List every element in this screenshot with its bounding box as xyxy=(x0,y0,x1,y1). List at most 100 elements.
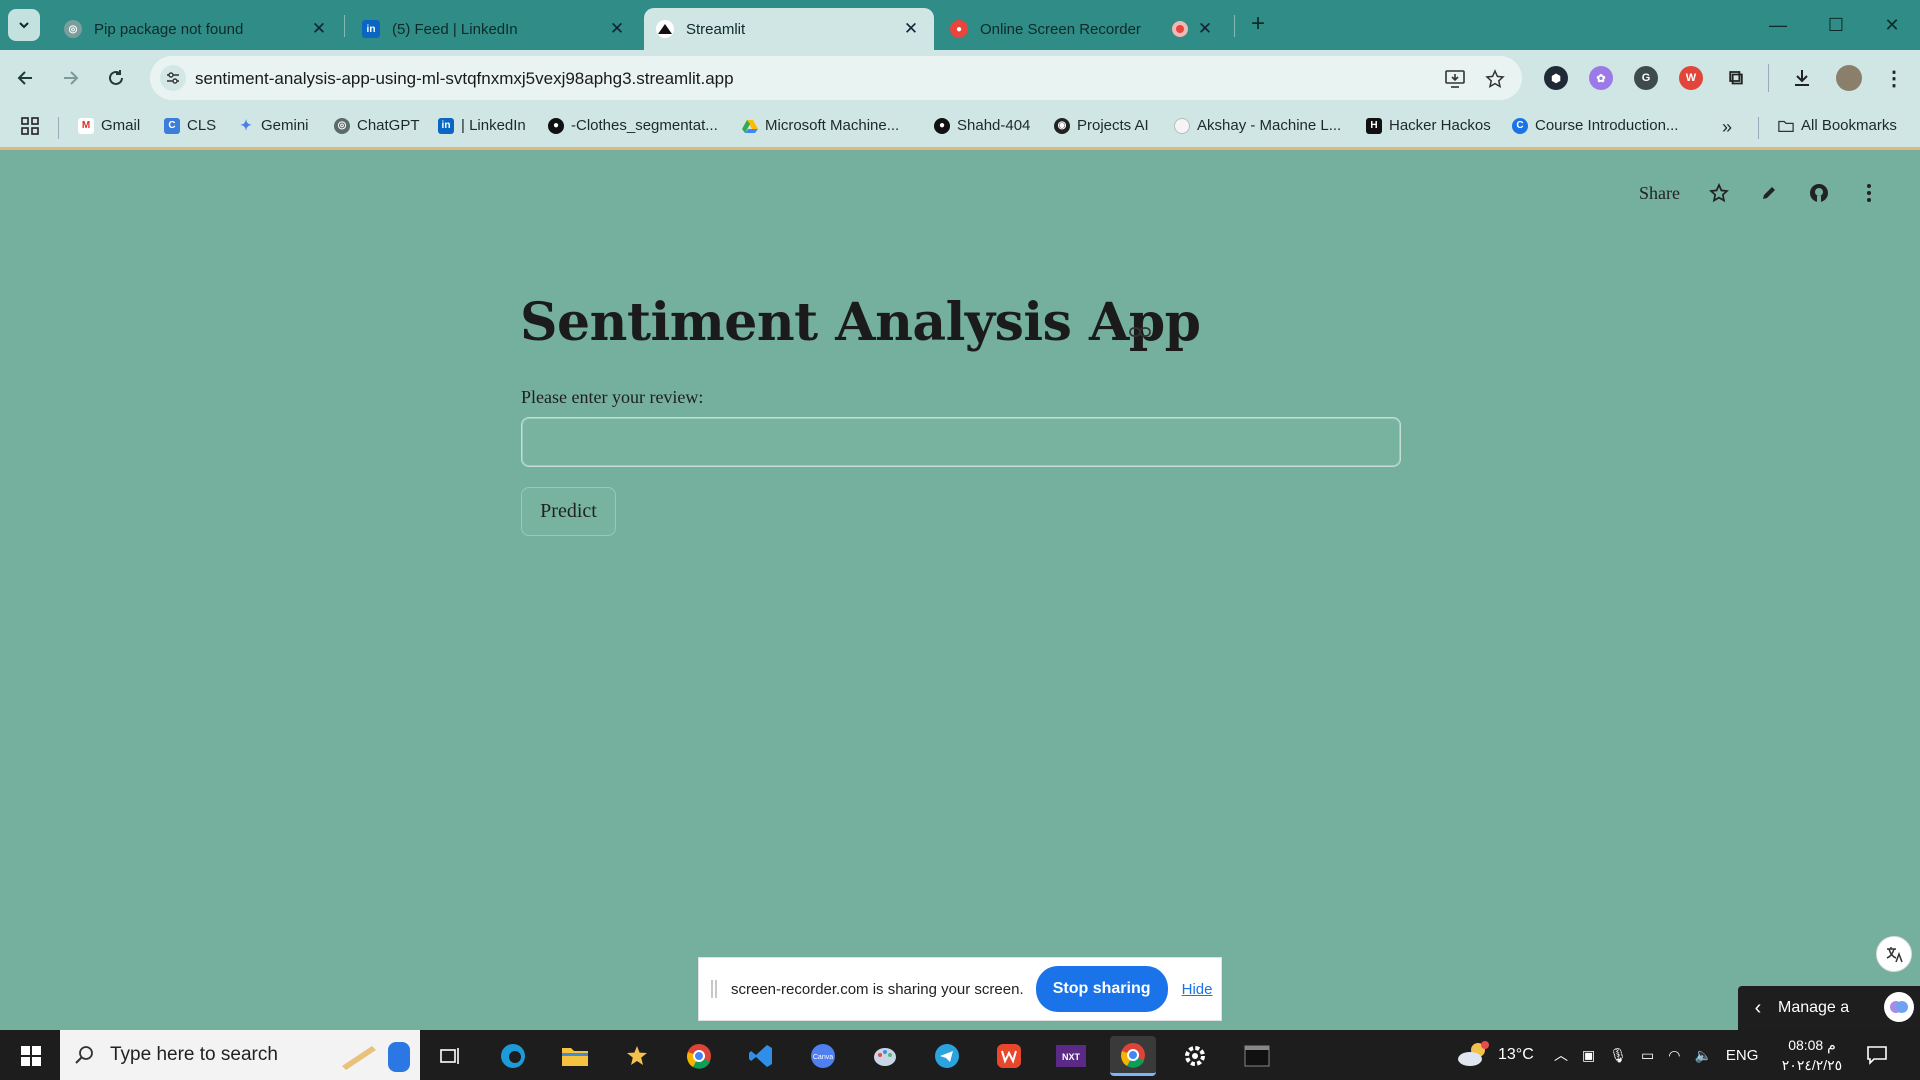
bookmark-hacker-hackos[interactable]: H Hacker Hackos xyxy=(1366,117,1491,134)
minimize-button[interactable]: — xyxy=(1758,10,1798,40)
telegram-icon[interactable] xyxy=(924,1036,970,1076)
globe-icon xyxy=(1174,117,1190,134)
notifications-icon[interactable] xyxy=(1866,1030,1888,1080)
tab-streamlit[interactable]: Streamlit ✕ xyxy=(644,8,934,50)
new-tab-button[interactable]: + xyxy=(1244,10,1272,38)
address-bar[interactable]: sentiment-analysis-app-using-ml-svtqfnxm… xyxy=(150,56,1522,100)
taskbar-search-box[interactable]: Type here to search xyxy=(60,1030,420,1080)
link-anchor-icon[interactable] xyxy=(1128,324,1152,340)
task-view-icon[interactable] xyxy=(426,1036,472,1076)
downloads-icon[interactable] xyxy=(1790,66,1814,90)
github-icon[interactable] xyxy=(1808,182,1830,204)
bookmarks-divider xyxy=(1758,117,1759,139)
wps-office-icon[interactable] xyxy=(986,1036,1032,1076)
nxt-app-icon[interactable]: NXT xyxy=(1048,1036,1094,1076)
wifi-icon[interactable]: ◠ xyxy=(1668,1047,1680,1064)
settings-gear-icon[interactable] xyxy=(1172,1036,1218,1076)
recording-indicator-icon xyxy=(1172,21,1188,37)
apps-grid-icon[interactable] xyxy=(20,116,40,136)
bookmark-course-introduction[interactable]: C Course Introduction... xyxy=(1512,117,1678,134)
volume-icon[interactable]: 🔈 xyxy=(1694,1047,1711,1064)
brain-float-icon[interactable] xyxy=(1884,992,1914,1022)
edge-icon[interactable] xyxy=(490,1036,536,1076)
canva-icon[interactable]: Canva xyxy=(800,1036,846,1076)
bookmarks-bar: M Gmail C CLS ✦ Gemini ◎ ChatGPT in | LinkedI… xyxy=(0,106,1920,150)
chrome-icon[interactable] xyxy=(676,1036,722,1076)
record-icon: ● xyxy=(950,20,968,38)
extension-grammarly-icon[interactable]: G xyxy=(1634,66,1658,90)
chrome-active-icon[interactable] xyxy=(1110,1036,1156,1076)
bookmark-shahd[interactable]: ● Shahd-404 xyxy=(934,117,1030,134)
github-icon: ● xyxy=(548,117,564,134)
chevron-left-icon[interactable]: ‹ xyxy=(1738,997,1778,1020)
review-input[interactable] xyxy=(521,417,1401,467)
clock[interactable]: 08:08 م ٢٠٢٤/٢/٢٥ xyxy=(1772,1035,1852,1075)
bookmark-gmail[interactable]: M Gmail xyxy=(78,117,140,134)
install-app-icon[interactable] xyxy=(1444,68,1466,90)
close-icon[interactable]: ✕ xyxy=(308,19,330,39)
tab-divider xyxy=(1234,15,1235,37)
review-label: Please enter your review: xyxy=(521,387,704,407)
tab-search-button[interactable] xyxy=(8,9,40,41)
vscode-icon[interactable] xyxy=(738,1036,784,1076)
back-button[interactable] xyxy=(10,62,42,94)
chevron-double-right-icon: » xyxy=(1722,117,1733,137)
extension-vw-icon[interactable]: W xyxy=(1679,66,1703,90)
arrow-right-icon xyxy=(64,71,79,85)
kebab-menu-icon[interactable] xyxy=(1858,182,1880,204)
meet-now-icon[interactable]: ▣ xyxy=(1582,1047,1595,1064)
extension-shield-icon[interactable]: ⬢ xyxy=(1544,66,1568,90)
star-icon[interactable] xyxy=(1708,182,1730,204)
browser-menu-icon[interactable]: ⋮ xyxy=(1882,66,1906,90)
bookmark-gemini[interactable]: ✦ Gemini xyxy=(238,117,308,134)
close-icon[interactable]: ✕ xyxy=(606,19,628,39)
drag-handle-icon[interactable] xyxy=(711,980,717,998)
bookmark-star-icon[interactable] xyxy=(1484,68,1506,90)
reload-button[interactable] xyxy=(100,62,132,94)
url-text[interactable]: sentiment-analysis-app-using-ml-svtqfnxm… xyxy=(195,69,734,89)
openai-icon: ◎ xyxy=(64,20,82,38)
translate-float-icon[interactable] xyxy=(1876,936,1912,972)
maximize-button[interactable]: ☐ xyxy=(1816,10,1856,40)
extension-brain-icon[interactable]: ✿ xyxy=(1589,66,1613,90)
site-info-button[interactable] xyxy=(160,65,186,91)
paint-palette-icon[interactable] xyxy=(862,1036,908,1076)
bookmark-clothes-segmentation[interactable]: ● -Clothes_segmentat... xyxy=(548,117,718,134)
bookmark-linkedin[interactable]: in | LinkedIn xyxy=(438,117,526,134)
bookmark-microsoft-machine[interactable]: Microsoft Machine... xyxy=(742,117,899,134)
bookmark-chatgpt[interactable]: ◎ ChatGPT xyxy=(334,117,420,134)
github-icon: ● xyxy=(934,117,950,134)
share-button[interactable]: Share xyxy=(1639,183,1680,204)
battery-icon[interactable]: ▭ xyxy=(1641,1047,1654,1064)
predict-button[interactable]: Predict xyxy=(521,487,616,536)
close-window-button[interactable]: ✕ xyxy=(1872,10,1912,40)
hide-link[interactable]: Hide xyxy=(1182,981,1213,998)
edit-pencil-icon[interactable] xyxy=(1758,182,1780,204)
bookmark-cls[interactable]: C CLS xyxy=(164,117,216,134)
tab-linkedin-feed[interactable]: in (5) Feed | LinkedIn ✕ xyxy=(350,8,640,50)
close-icon[interactable]: ✕ xyxy=(900,19,922,39)
close-icon[interactable]: ✕ xyxy=(1194,19,1216,39)
file-explorer-icon[interactable] xyxy=(552,1036,598,1076)
forward-button[interactable] xyxy=(54,62,86,94)
extensions-puzzle-icon[interactable]: ⧉ xyxy=(1724,66,1748,90)
windows-taskbar: Type here to search Canva NXT 13°C ︿ ▣ 🎙… xyxy=(0,1030,1920,1080)
tab-pip-package[interactable]: ◎ Pip package not found ✕ xyxy=(52,8,342,50)
favorites-star-app-icon[interactable] xyxy=(614,1036,660,1076)
projects-ai-icon: ◉ xyxy=(1054,117,1070,134)
microphone-icon[interactable]: 🎙 xyxy=(1609,1047,1627,1064)
all-bookmarks-button[interactable]: All Bookmarks xyxy=(1778,117,1897,134)
language-indicator[interactable]: ENG xyxy=(1726,1047,1759,1064)
terminal-icon[interactable] xyxy=(1234,1036,1280,1076)
bookmark-akshay[interactable]: Akshay - Machine L... xyxy=(1174,117,1341,134)
show-hidden-icons-icon[interactable]: ︿ xyxy=(1554,1045,1568,1065)
weather-widget[interactable]: 13°C xyxy=(1456,1030,1534,1080)
bookmark-projects-ai[interactable]: ◉ Projects AI xyxy=(1054,117,1149,134)
stop-sharing-button[interactable]: Stop sharing xyxy=(1035,966,1168,1012)
more-bookmarks-button[interactable]: » xyxy=(1722,117,1732,138)
profile-avatar[interactable] xyxy=(1836,65,1862,91)
browser-toolbar: sentiment-analysis-app-using-ml-svtqfnxm… xyxy=(0,50,1920,106)
windows-logo-icon xyxy=(21,1046,41,1066)
tab-screen-recorder[interactable]: ● Online Screen Recorder ✕ xyxy=(938,8,1228,50)
windows-start-button[interactable] xyxy=(8,1038,54,1074)
